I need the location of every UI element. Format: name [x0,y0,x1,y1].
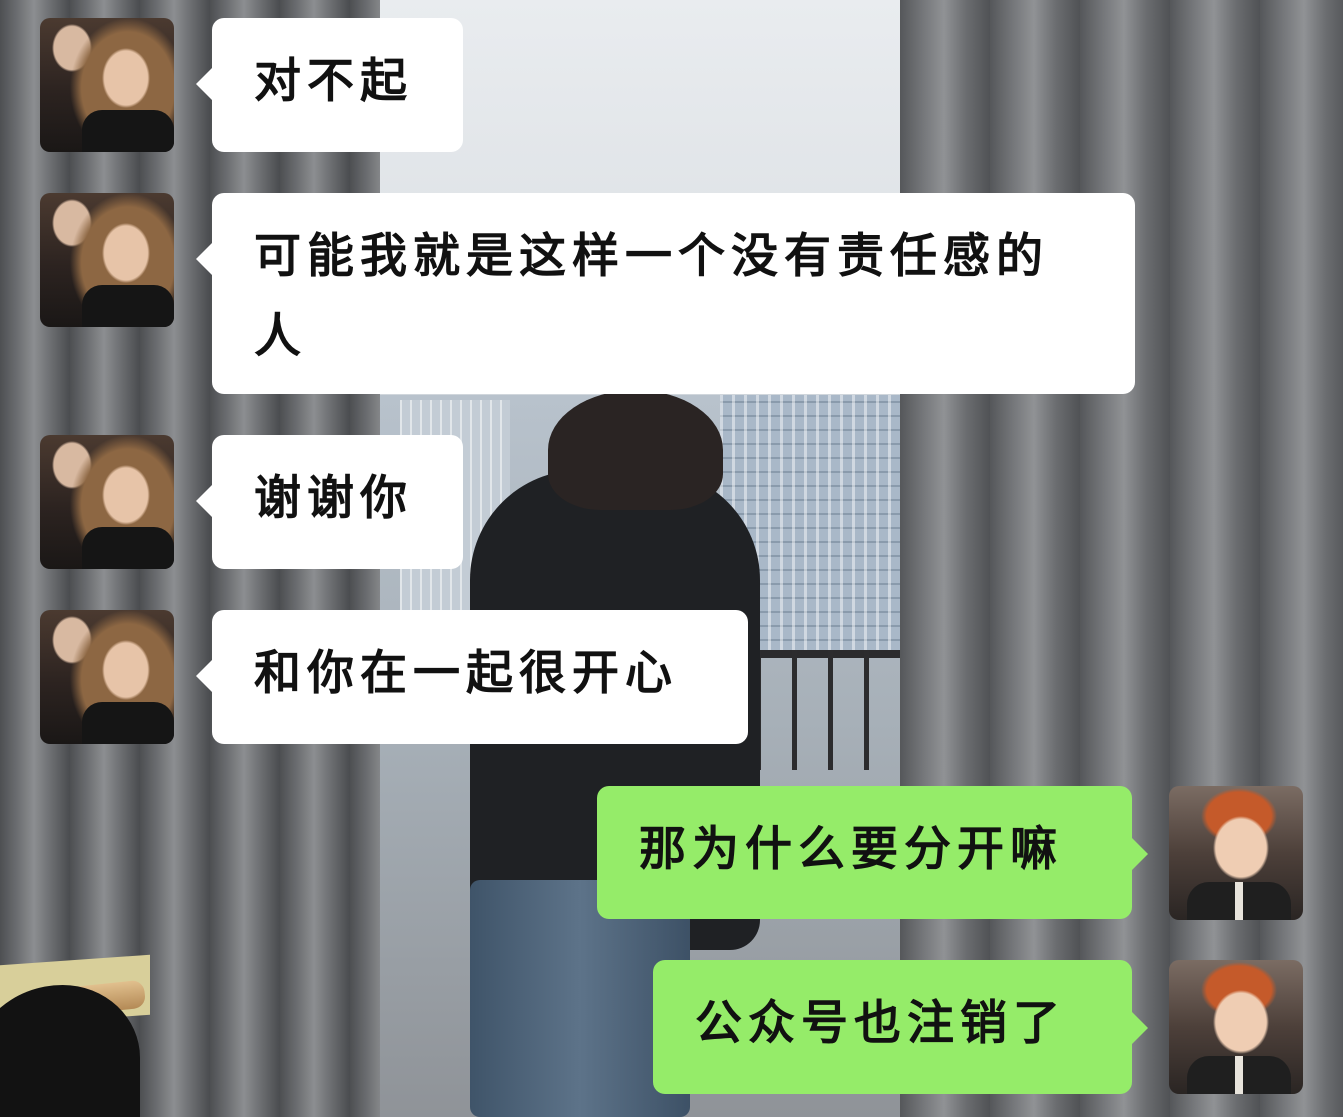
message-text: 可能我就是这样一个没有责任感的人 [254,229,1049,364]
message-text: 和你在一起很开心 [254,646,678,701]
girl-avatar-icon[interactable] [40,193,174,327]
message-bubble-incoming[interactable]: 对不起 [196,18,463,152]
message-text: 公众号也注销了 [695,996,1066,1051]
message-bubble-incoming[interactable]: 谢谢你 [196,435,463,569]
message-bubble-outgoing[interactable]: 公众号也注销了 [653,960,1148,1094]
girl-avatar-icon[interactable] [40,610,174,744]
chat-background [0,0,1343,1117]
girl-avatar-icon[interactable] [40,435,174,569]
message-bubble-incoming[interactable]: 和你在一起很开心 [196,610,748,744]
message-bubble-incoming[interactable]: 可能我就是这样一个没有责任感的人 [196,193,1135,394]
message-text: 那为什么要分开嘛 [639,822,1063,877]
right-curtain [900,0,1343,1117]
message-text: 谢谢你 [254,471,413,526]
message-text: 对不起 [254,54,413,109]
message-bubble-outgoing[interactable]: 那为什么要分开嘛 [597,786,1148,919]
boy-avatar-icon[interactable] [1169,786,1303,920]
girl-avatar-icon[interactable] [40,18,174,152]
boy-avatar-icon[interactable] [1169,960,1303,1094]
person-hair [548,390,723,510]
